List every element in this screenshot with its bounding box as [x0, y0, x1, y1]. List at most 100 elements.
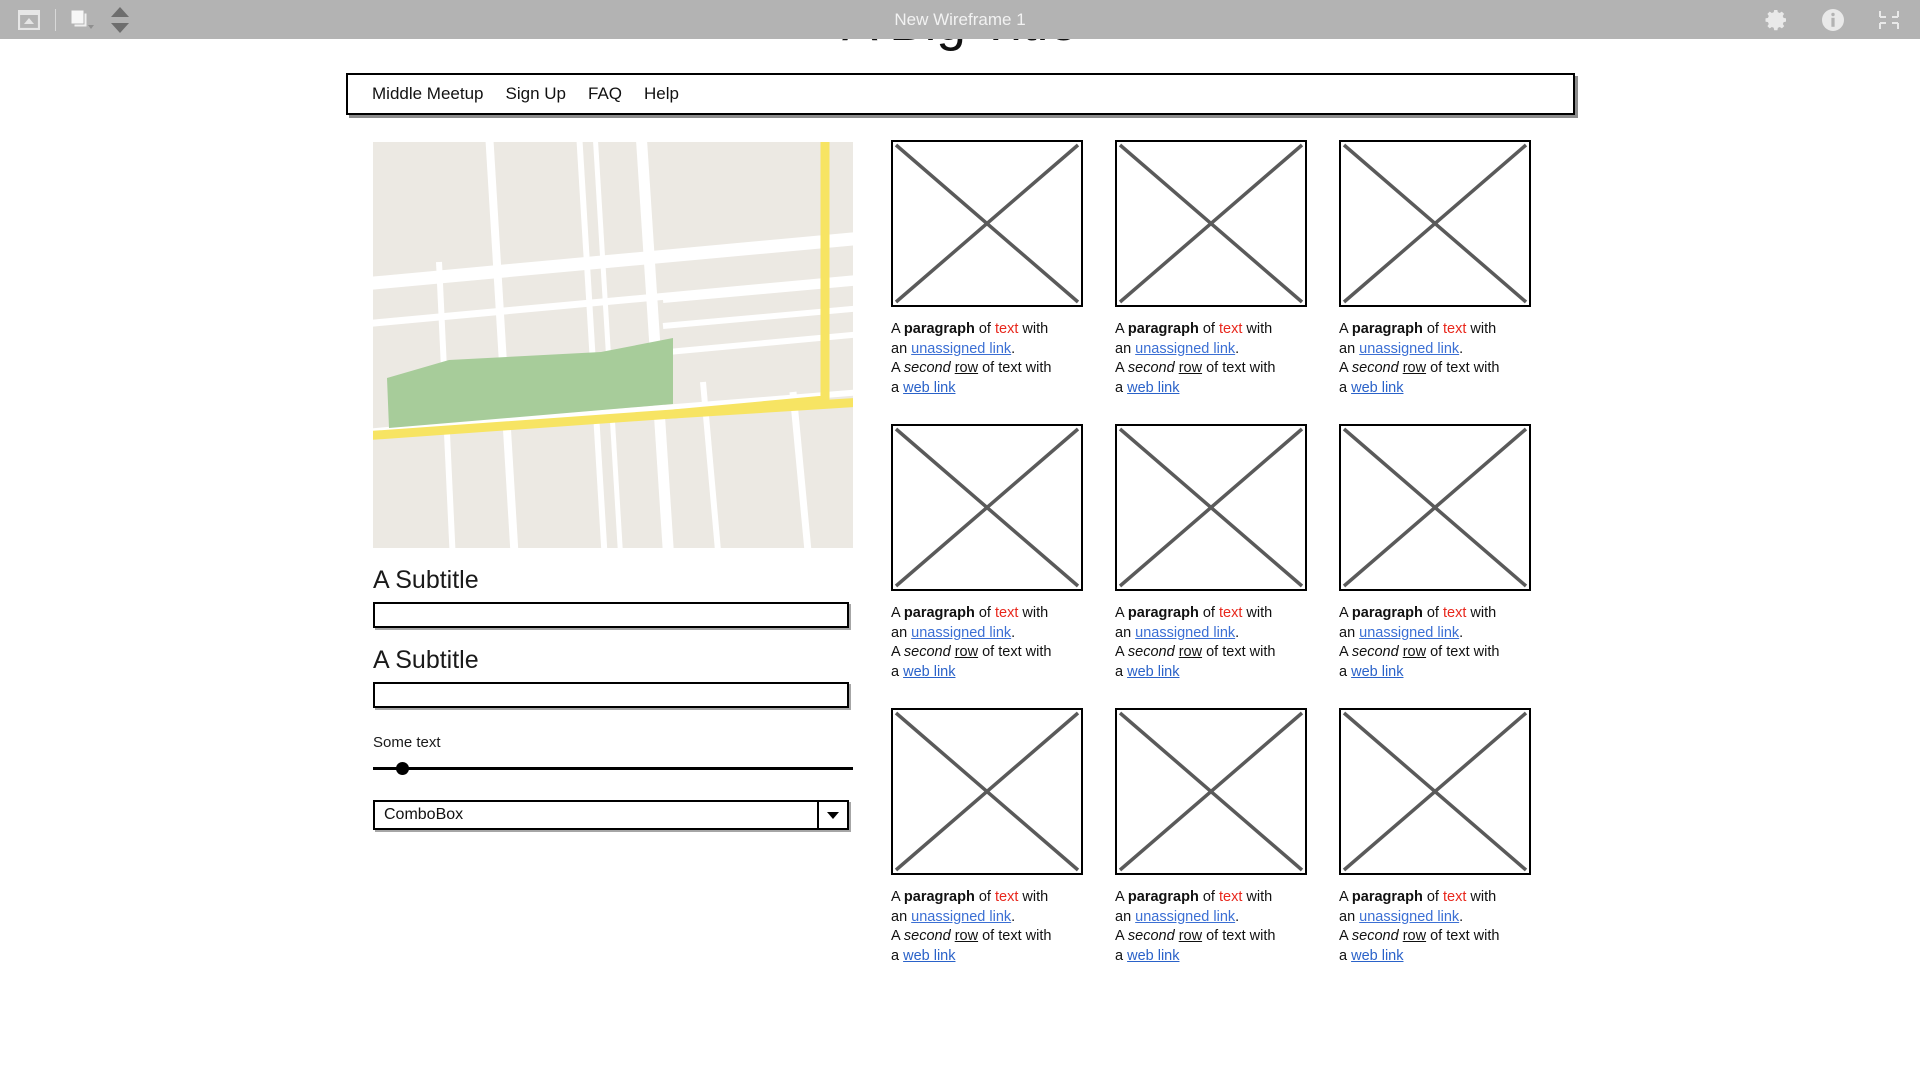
- unassigned-link[interactable]: unassigned link: [911, 341, 1011, 357]
- unassigned-link[interactable]: unassigned link: [911, 909, 1011, 925]
- web-link[interactable]: web link: [1351, 948, 1403, 964]
- card-paragraph-7: A paragraph of text with an unassigned l…: [891, 888, 1083, 966]
- placeholder-image-4[interactable]: [891, 424, 1083, 591]
- web-link[interactable]: web link: [1127, 664, 1179, 680]
- para-l1-b: of: [1199, 889, 1219, 905]
- placeholder-image-2[interactable]: [1115, 140, 1307, 307]
- para-l2-a: an: [891, 625, 911, 641]
- nav-item-faq[interactable]: FAQ: [588, 84, 622, 104]
- para-l2-b: .: [1235, 341, 1239, 357]
- para-l3-c: of text with: [978, 360, 1051, 376]
- para-l1-bold: paragraph: [1352, 321, 1423, 337]
- para-l1-b: of: [975, 605, 995, 621]
- placeholder-image-3[interactable]: [1339, 140, 1531, 307]
- para-l3-c: of text with: [978, 928, 1051, 944]
- para-l3-underline: row: [955, 644, 978, 660]
- unassigned-link[interactable]: unassigned link: [1135, 341, 1235, 357]
- para-l2-a: an: [891, 909, 911, 925]
- combobox[interactable]: ComboBox: [373, 800, 849, 830]
- para-l4-a: a: [1339, 948, 1351, 964]
- para-l1-a: A: [1339, 605, 1352, 621]
- slider-knob[interactable]: [396, 762, 409, 775]
- para-l1-a: A: [1339, 321, 1352, 337]
- slider[interactable]: [373, 759, 853, 777]
- combobox-value: ComboBox: [375, 806, 463, 824]
- nav-item-middle-meetup[interactable]: Middle Meetup: [372, 84, 484, 104]
- para-l2-a: an: [1339, 341, 1359, 357]
- para-l3-italic: second: [1352, 928, 1399, 944]
- web-link[interactable]: web link: [903, 948, 955, 964]
- card-1: A paragraph of text with an unassigned l…: [891, 140, 1083, 398]
- para-l2-a: an: [1115, 625, 1135, 641]
- export-image-icon[interactable]: [10, 3, 48, 37]
- para-l1-bold: paragraph: [904, 605, 975, 621]
- toolbar-right-group: [1758, 0, 1908, 39]
- para-l3-underline: row: [1179, 928, 1202, 944]
- chevron-down-icon[interactable]: [817, 802, 847, 828]
- para-l3-italic: second: [1352, 360, 1399, 376]
- para-l3-a: A: [1339, 928, 1352, 944]
- web-link[interactable]: web link: [1351, 664, 1403, 680]
- para-l3-italic: second: [1128, 644, 1175, 660]
- card-6: A paragraph of text with an unassigned l…: [1339, 424, 1531, 682]
- para-l2-b: .: [1459, 909, 1463, 925]
- para-l1-red: text: [1219, 605, 1242, 621]
- placeholder-image-5[interactable]: [1115, 424, 1307, 591]
- placeholder-image-7[interactable]: [891, 708, 1083, 875]
- card-paragraph-6: A paragraph of text with an unassigned l…: [1339, 604, 1531, 682]
- unassigned-link[interactable]: unassigned link: [1359, 341, 1459, 357]
- para-l3-a: A: [891, 928, 904, 944]
- info-icon[interactable]: [1814, 3, 1852, 37]
- web-link[interactable]: web link: [1127, 948, 1179, 964]
- text-input-1[interactable]: [373, 602, 849, 628]
- para-l4-a: a: [1115, 948, 1127, 964]
- unassigned-link[interactable]: unassigned link: [1359, 625, 1459, 641]
- para-l3-c: of text with: [1202, 928, 1275, 944]
- placeholder-image-8[interactable]: [1115, 708, 1307, 875]
- nav-item-help[interactable]: Help: [644, 84, 679, 104]
- web-link[interactable]: web link: [1127, 380, 1179, 396]
- gear-icon[interactable]: [1758, 3, 1796, 37]
- page-navigate-arrows-icon[interactable]: [101, 3, 139, 37]
- para-l1-a: A: [891, 605, 904, 621]
- web-link[interactable]: web link: [903, 664, 955, 680]
- para-l3-a: A: [1339, 644, 1352, 660]
- web-link[interactable]: web link: [1351, 380, 1403, 396]
- para-l4-a: a: [891, 948, 903, 964]
- para-l1-b: of: [1423, 321, 1443, 337]
- text-input-2[interactable]: [373, 682, 849, 708]
- para-l1-red: text: [995, 605, 1018, 621]
- unassigned-link[interactable]: unassigned link: [1135, 625, 1235, 641]
- unassigned-link[interactable]: unassigned link: [911, 625, 1011, 641]
- slider-track[interactable]: [373, 767, 853, 770]
- para-l2-b: .: [1011, 625, 1015, 641]
- para-l3-underline: row: [1403, 360, 1426, 376]
- card-5: A paragraph of text with an unassigned l…: [1115, 424, 1307, 682]
- map-image[interactable]: [373, 142, 853, 548]
- para-l3-a: A: [1115, 644, 1128, 660]
- nav-item-sign-up[interactable]: Sign Up: [506, 84, 566, 104]
- para-l3-underline: row: [1179, 644, 1202, 660]
- placeholder-image-1[interactable]: [891, 140, 1083, 307]
- collapse-icon[interactable]: [1870, 3, 1908, 37]
- unassigned-link[interactable]: unassigned link: [1135, 909, 1235, 925]
- toolbar-divider: [55, 9, 56, 31]
- para-l1-c: with: [1018, 605, 1048, 621]
- unassigned-link[interactable]: unassigned link: [1359, 909, 1459, 925]
- placeholder-image-6[interactable]: [1339, 424, 1531, 591]
- para-l1-c: with: [1466, 605, 1496, 621]
- placeholder-image-9[interactable]: [1339, 708, 1531, 875]
- para-l1-a: A: [1339, 889, 1352, 905]
- web-link[interactable]: web link: [903, 380, 955, 396]
- para-l3-underline: row: [1179, 360, 1202, 376]
- para-l1-b: of: [1199, 605, 1219, 621]
- page-duplicate-icon[interactable]: [63, 3, 101, 37]
- para-l1-red: text: [1219, 321, 1242, 337]
- para-l3-underline: row: [955, 928, 978, 944]
- para-l1-b: of: [1423, 889, 1443, 905]
- para-l1-bold: paragraph: [1352, 605, 1423, 621]
- card-9: A paragraph of text with an unassigned l…: [1339, 708, 1531, 966]
- para-l2-a: an: [891, 341, 911, 357]
- para-l1-c: with: [1018, 889, 1048, 905]
- para-l3-a: A: [1115, 360, 1128, 376]
